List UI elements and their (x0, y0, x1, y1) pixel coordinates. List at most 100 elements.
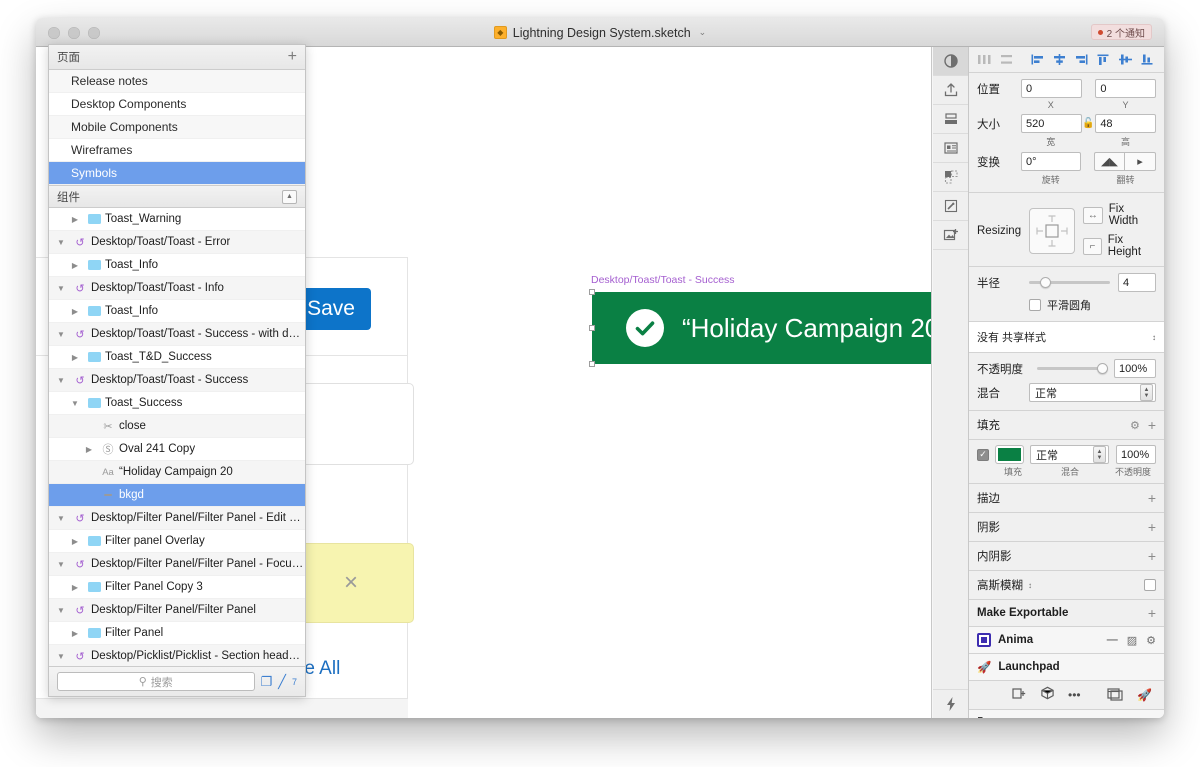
fill-opacity-input[interactable]: 100% (1116, 445, 1156, 464)
selection-handle-bottom-left[interactable] (589, 361, 595, 367)
distribute-vertical-icon[interactable] (997, 52, 1016, 67)
layer-row[interactable]: Toast_Success (49, 392, 305, 415)
gear-icon[interactable]: ⚙ (1130, 419, 1140, 432)
panel-split-icon[interactable]: ▨ (1127, 634, 1137, 647)
page-item-wireframes[interactable]: Wireframes (49, 139, 305, 162)
layer-row[interactable]: Aa “Holiday Campaign 20 (49, 461, 305, 484)
layer-row[interactable]: ↺ Desktop/Toast/Toast - Info (49, 277, 305, 300)
disclosure-triangle-icon[interactable] (53, 330, 69, 339)
opacity-input[interactable]: 100% (1114, 359, 1156, 378)
page-item-mobile-components[interactable]: Mobile Components (49, 116, 305, 139)
align-middle-vertical-icon[interactable] (1116, 52, 1135, 67)
document-title-group[interactable]: ◆ Lightning Design System.sketch ⌄ (36, 18, 1164, 47)
smooth-corners-row[interactable]: 平滑圆角 (977, 297, 1156, 313)
mask-icon[interactable] (933, 163, 968, 192)
disclosure-triangle-icon[interactable] (53, 514, 69, 523)
radius-slider[interactable] (1029, 277, 1110, 288)
layer-row[interactable]: Toast_Info (49, 300, 305, 323)
align-right-icon[interactable] (1072, 52, 1091, 67)
rotation-input[interactable]: 0° (1021, 152, 1081, 171)
toast-success-artboard[interactable]: “Holiday Campaign 2016 (592, 292, 931, 364)
text-block-icon[interactable] (933, 134, 968, 163)
disclosure-triangle-icon[interactable] (67, 583, 83, 592)
lightning-icon[interactable] (933, 689, 968, 718)
publish-rocket-icon[interactable]: 🚀 (1137, 688, 1152, 702)
artboard-name-label[interactable]: Desktop/Toast/Toast - Success (591, 274, 735, 286)
page-item-symbols[interactable]: Symbols (49, 162, 305, 185)
stack-icon[interactable] (933, 105, 968, 134)
layer-row[interactable]: Ⓢ Oval 241 Copy (49, 438, 305, 461)
blur-enabled-checkbox[interactable] (1144, 579, 1156, 591)
disclosure-triangle-icon[interactable] (53, 376, 69, 385)
layer-row[interactable]: ↺ Desktop/Toast/Toast - Error (49, 231, 305, 254)
align-bottom-icon[interactable] (1138, 52, 1157, 67)
add-export-button[interactable]: + (1148, 606, 1156, 620)
fix-width-row[interactable]: ↔ Fix Width (1083, 203, 1156, 227)
align-center-horizontal-icon[interactable] (1050, 52, 1069, 67)
layer-row[interactable]: Filter Panel (49, 622, 305, 645)
add-image-icon[interactable] (933, 221, 968, 250)
disclosure-triangle-icon[interactable] (53, 560, 69, 569)
align-left-icon[interactable] (1028, 52, 1047, 67)
shared-style-row[interactable]: 没有 共享样式 ↕ (977, 329, 1156, 345)
fix-height-row[interactable]: ⌐ Fix Height (1083, 234, 1156, 258)
layer-row[interactable]: ↺ Desktop/Toast/Toast - Success (49, 369, 305, 392)
collapse-all-button[interactable]: ▲ (282, 189, 297, 204)
opacity-slider-knob[interactable] (1097, 363, 1108, 374)
layers-list[interactable]: Toast_Warning ↺ Desktop/Toast/Toast - Erro… (49, 208, 305, 666)
disclosure-triangle-icon[interactable] (53, 284, 69, 293)
page-item-release-notes[interactable]: Release notes (49, 70, 305, 93)
position-y-input[interactable]: 0 (1095, 79, 1156, 98)
search-input[interactable]: ⚲ 搜索 (57, 672, 255, 691)
disclosure-triangle-icon[interactable] (67, 353, 83, 362)
layer-row[interactable]: ↺ Desktop/Filter Panel/Filter Panel - Foc… (49, 553, 305, 576)
blending-stepper-icon[interactable]: ▲ ▼ (1140, 384, 1153, 401)
layer-row[interactable]: ↺ Desktop/Picklist/Picklist - Section hea… (49, 645, 305, 666)
radius-input[interactable]: 4 (1118, 273, 1156, 292)
position-x-input[interactable]: 0 (1021, 79, 1082, 98)
fill-blend-stepper-icon[interactable]: ▲ ▼ (1093, 446, 1106, 463)
disclosure-triangle-icon[interactable] (53, 652, 69, 661)
blending-select[interactable]: 正常 ▲ ▼ (1029, 383, 1156, 402)
new-page-icon[interactable] (1012, 687, 1027, 704)
layer-row[interactable]: Filter Panel Copy 3 (49, 576, 305, 599)
blur-type-chevron-icon[interactable]: ↕ (1028, 581, 1032, 590)
add-page-button[interactable]: + (288, 49, 297, 65)
pencil-icon[interactable]: ╱ (278, 674, 286, 690)
browser-preview-icon[interactable] (1107, 687, 1124, 704)
fill-color-swatch[interactable] (996, 446, 1023, 463)
package-icon[interactable] (1040, 686, 1055, 704)
chevron-down-icon[interactable]: ⌄ (699, 27, 707, 38)
layer-row[interactable]: ↺ Desktop/Filter Panel/Filter Panel (49, 599, 305, 622)
edit-shape-icon[interactable] (933, 192, 968, 221)
disclosure-triangle-icon[interactable] (53, 238, 69, 247)
flip-vertical-icon[interactable]: ▸ (1125, 152, 1156, 171)
layer-row[interactable]: ✂ close (49, 415, 305, 438)
add-border-button[interactable]: + (1148, 491, 1156, 505)
layer-row[interactable]: Toast_Warning (49, 208, 305, 231)
disclosure-triangle-icon[interactable] (67, 629, 83, 638)
add-inner-shadow-button[interactable]: + (1148, 549, 1156, 563)
layer-row[interactable]: Filter panel Overlay (49, 530, 305, 553)
size-height-input[interactable]: 48 (1095, 114, 1156, 133)
layer-row[interactable]: Toast_T&D_Success (49, 346, 305, 369)
add-shadow-button[interactable]: + (1148, 520, 1156, 534)
layer-row[interactable]: ━ bkgd (49, 484, 305, 507)
selection-handle-top-left[interactable] (589, 289, 595, 295)
page-item-desktop-components[interactable]: Desktop Components (49, 93, 305, 116)
layer-row[interactable]: Toast_Info (49, 254, 305, 277)
export-icon[interactable] (933, 76, 968, 105)
disclosure-triangle-icon[interactable] (81, 445, 97, 454)
size-width-input[interactable]: 520 (1021, 114, 1082, 133)
duplicate-icon[interactable]: ❐ (261, 674, 273, 690)
chevron-updown-icon[interactable]: ↕ (1152, 333, 1156, 342)
align-top-icon[interactable] (1094, 52, 1113, 67)
disclosure-triangle-icon[interactable] (67, 537, 83, 546)
smooth-corners-checkbox[interactable] (1029, 299, 1041, 311)
anima-settings-gear-icon[interactable]: ⚙ (1146, 634, 1156, 647)
radius-slider-knob[interactable] (1040, 277, 1052, 288)
opacity-slider[interactable] (1037, 363, 1108, 374)
layer-row[interactable]: ↺ Desktop/Toast/Toast - Success - with de… (49, 323, 305, 346)
proportion-lock-icon[interactable]: 🔓 (1082, 118, 1096, 129)
fill-enabled-checkbox[interactable]: ✓ (977, 448, 989, 461)
